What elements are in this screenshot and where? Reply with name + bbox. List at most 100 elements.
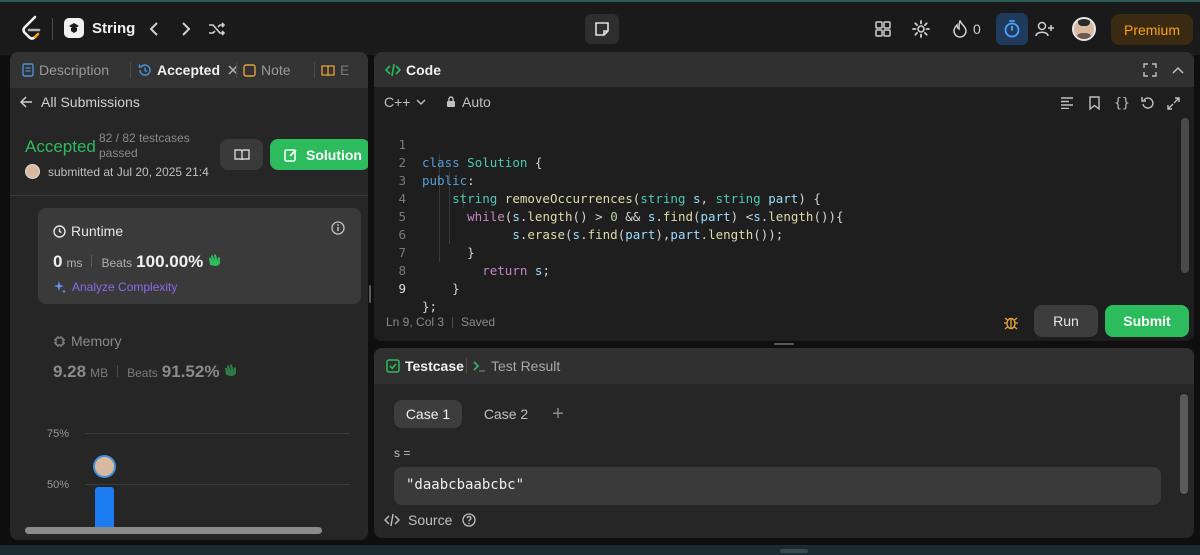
chart-gridline-75	[85, 433, 350, 434]
format-icon[interactable]	[1058, 94, 1076, 112]
code-line: 3 string removeOccurrences(string s, str…	[374, 154, 820, 206]
runtime-value-row: 0 ms Beats 100.00%	[53, 252, 223, 272]
memory-beats-label: Beats	[127, 366, 158, 380]
streak-fire-icon[interactable]	[950, 18, 970, 40]
testcases-passed-line1: 82 / 82 testcases	[99, 131, 190, 145]
lock-icon	[447, 96, 455, 107]
chart-tick-75: 75%	[47, 428, 70, 440]
language-value: C++	[384, 94, 411, 110]
add-case-button[interactable]: +	[546, 400, 570, 428]
expand-icon[interactable]	[1141, 61, 1159, 79]
reset-icon[interactable]	[1139, 94, 1157, 112]
book-open-icon	[233, 149, 250, 161]
add-user-icon[interactable]	[1033, 18, 1057, 40]
clap-icon	[209, 254, 221, 266]
sparkle-icon	[54, 281, 66, 294]
editor-scrollbar[interactable]	[1181, 118, 1189, 273]
tab-code[interactable]: Code	[385, 52, 441, 87]
saved-status: Saved	[461, 315, 496, 329]
runtime-beats-value: 100.00%	[136, 252, 204, 271]
code-icon	[385, 63, 401, 76]
horizontal-scrollbar[interactable]	[25, 527, 322, 534]
terminal-icon	[473, 361, 485, 372]
testcase-scrollbar[interactable]	[1180, 394, 1188, 494]
analyze-complexity-link[interactable]: Analyze Complexity	[53, 280, 177, 294]
runtime-header: Runtime	[53, 223, 123, 239]
panel-resize-handle[interactable]	[369, 285, 371, 303]
chevron-left-icon[interactable]	[144, 18, 164, 40]
auto-mode[interactable]: Auto	[446, 94, 491, 110]
leetcode-logo-icon[interactable]	[20, 14, 44, 42]
cursor-position-label: Ln 9, Col 3	[386, 315, 445, 329]
memory-header[interactable]: Memory	[53, 333, 122, 349]
cursor-position: Ln 9, Col 3 Saved	[386, 315, 495, 329]
solution-button[interactable]: Solution	[270, 139, 368, 170]
braces-icon[interactable]: {}	[1112, 94, 1132, 112]
runtime-unit: ms	[66, 256, 83, 270]
chart-user-avatar	[93, 455, 116, 478]
premium-button[interactable]: Premium	[1111, 14, 1193, 45]
code-icon	[384, 513, 400, 527]
debug-bug-icon[interactable]	[1000, 311, 1022, 333]
tab-editorial[interactable]: E	[321, 52, 349, 88]
problem-list-title[interactable]: String	[92, 20, 135, 37]
code-title: Code	[406, 61, 441, 78]
case-tab-2[interactable]: Case 2	[472, 400, 540, 428]
input-var-label: s =	[394, 446, 411, 460]
shuffle-icon[interactable]	[206, 18, 228, 40]
notes-icon[interactable]	[585, 14, 619, 44]
memory-value-row: 9.28 MB Beats 91.52%	[53, 362, 239, 382]
submit-button[interactable]: Submit	[1105, 305, 1189, 337]
history-icon	[138, 64, 151, 76]
tab-note-label: Note	[261, 62, 291, 78]
timer-icon[interactable]	[996, 13, 1028, 45]
chart-bar[interactable]	[95, 487, 114, 527]
chevron-right-icon[interactable]	[176, 18, 196, 40]
clap-icon	[225, 364, 237, 376]
tab-accepted-label: Accepted	[157, 62, 221, 78]
testcase-panel: Testcase Test Result Case 1 Case 2 + s =…	[374, 348, 1194, 538]
notebook-button[interactable]	[220, 139, 263, 170]
bookmark-icon[interactable]	[1085, 94, 1103, 112]
case-tab-1[interactable]: Case 1	[394, 400, 462, 428]
testcase-header: Testcase Test Result	[374, 348, 1194, 384]
avatar[interactable]	[1072, 17, 1096, 41]
source-label: Source	[408, 512, 453, 528]
run-button[interactable]: Run	[1034, 305, 1098, 337]
top-bar: String 0 Premium	[0, 0, 1200, 55]
auto-mode-label: Auto	[462, 94, 491, 110]
chart-tick-50: 50%	[47, 479, 70, 491]
tab-editorial-label: E	[340, 62, 350, 78]
code-line: 9 };	[374, 262, 437, 314]
info-icon[interactable]	[330, 220, 346, 236]
problem-list-icon[interactable]	[64, 18, 84, 38]
code-header: Code	[374, 52, 1194, 87]
layout-icon[interactable]	[872, 18, 894, 40]
source-toggle[interactable]: Source	[384, 512, 477, 528]
book-icon	[321, 64, 335, 76]
submission-panel: Description Accepted Note E All Submissi…	[10, 52, 368, 540]
left-tab-bar: Description Accepted Note E	[10, 52, 368, 88]
language-select[interactable]: C++	[384, 94, 426, 110]
fullscreen-icon[interactable]	[1164, 94, 1182, 112]
tab-testcase[interactable]: Testcase	[386, 348, 464, 384]
tab-description[interactable]: Description	[22, 52, 109, 88]
taskbar-indicator	[780, 549, 808, 553]
chart-gridline-50	[85, 484, 350, 485]
panel-split-handle[interactable]	[774, 343, 794, 345]
note-icon	[243, 63, 256, 77]
chevron-up-icon[interactable]	[1169, 61, 1187, 79]
code-editor[interactable]: 1 class Solution { 2 public: 3 string re…	[374, 118, 1179, 314]
tab-note[interactable]: Note	[243, 52, 291, 88]
settings-gear-icon[interactable]	[910, 18, 932, 40]
tab-accepted[interactable]: Accepted	[138, 52, 238, 88]
code-panel: Code C++ Auto {} 1 class Solution {2 pu…	[374, 52, 1194, 341]
testcases-passed-line2: passed	[99, 146, 138, 160]
all-submissions-link[interactable]: All Submissions	[20, 94, 140, 110]
input-var-value[interactable]: "daabcbaabcbc"	[394, 467, 1161, 505]
help-circle-icon[interactable]	[462, 513, 477, 527]
description-doc-icon	[22, 63, 34, 77]
tab-test-result[interactable]: Test Result	[472, 348, 560, 384]
code-line: 1 class Solution {	[374, 118, 542, 170]
runtime-card[interactable]: Runtime 0 ms Beats 100.00% Analyze Compl…	[38, 208, 361, 304]
